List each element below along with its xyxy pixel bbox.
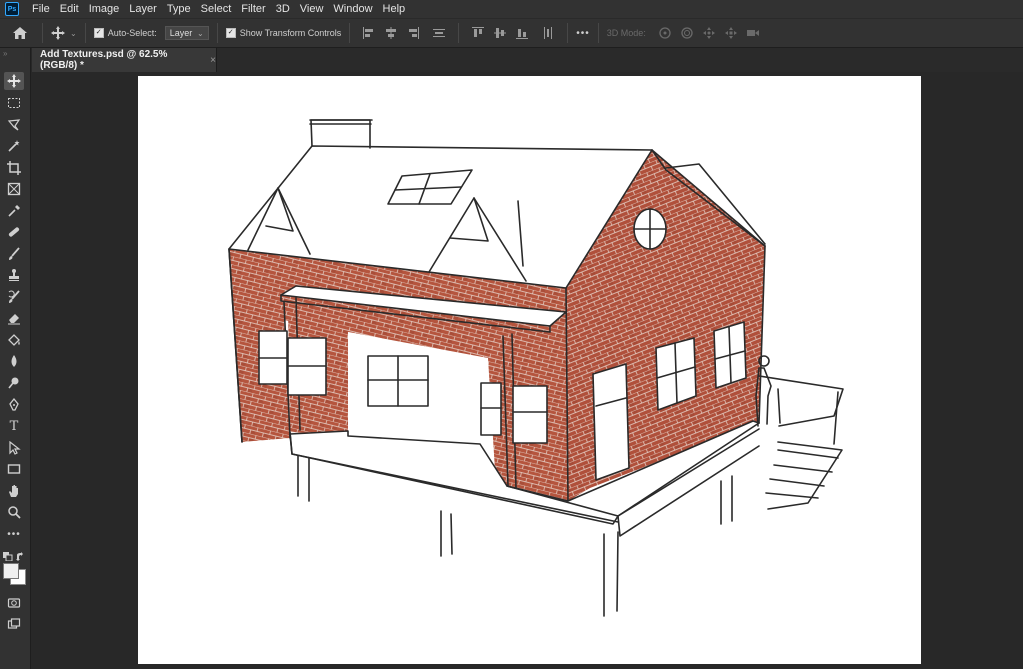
eyedropper-icon[interactable] [4, 202, 24, 220]
history-brush-icon[interactable] [4, 288, 24, 306]
canvas-area[interactable] [32, 72, 1023, 669]
crop-icon[interactable] [4, 159, 24, 177]
show-transform-controls-checkbox[interactable]: ✓ Show Transform Controls [225, 28, 342, 38]
menu-help[interactable]: Help [378, 3, 411, 15]
edit-toolbar-more-icon[interactable]: ••• [4, 525, 24, 543]
menu-layer[interactable]: Layer [124, 3, 162, 15]
default-colors-icon[interactable] [3, 548, 13, 562]
3d-camera-icon[interactable] [746, 26, 760, 40]
swap-colors-icon[interactable] [16, 548, 26, 561]
document-canvas[interactable] [138, 76, 921, 664]
rectangle-tool-icon[interactable] [4, 460, 24, 478]
brush-icon[interactable] [4, 245, 24, 263]
menu-3d[interactable]: 3D [271, 3, 295, 15]
move-tool-icon[interactable] [4, 72, 24, 90]
options-bar: ⌄ ✓ Auto-Select: Layer ⌄ ✓ Show Transfor… [0, 18, 1023, 48]
pen-icon[interactable] [4, 396, 24, 414]
quick-mask-icon[interactable] [4, 594, 24, 612]
foreground-color-swatch[interactable] [3, 563, 19, 579]
document-tab-title: Add Textures.psd @ 62.5% (RGB/8) * [40, 49, 168, 71]
3d-pan-icon[interactable] [702, 26, 716, 40]
document-tab[interactable]: Add Textures.psd @ 62.5% (RGB/8) * × [32, 48, 217, 72]
distribute-vertical-icon[interactable] [432, 26, 446, 40]
distribute-horizontal-icon[interactable] [541, 26, 555, 40]
menu-select[interactable]: Select [196, 3, 237, 15]
menu-filter[interactable]: Filter [236, 3, 270, 15]
align-left-icon[interactable] [362, 26, 376, 40]
screen-mode-icon[interactable] [4, 615, 24, 633]
3d-orbit-icon[interactable] [658, 26, 672, 40]
checkmark-icon: ✓ [93, 28, 104, 38]
clone-stamp-icon[interactable] [4, 266, 24, 284]
tools-panel: » T ••• [0, 48, 31, 669]
auto-select-checkbox[interactable]: ✓ Auto-Select: [93, 28, 157, 38]
close-icon[interactable]: × [210, 55, 216, 66]
magic-wand-icon[interactable] [4, 137, 24, 155]
eraser-icon[interactable] [4, 309, 24, 327]
align-vertical-center-icon[interactable] [493, 26, 507, 40]
layer-select-value: Layer [169, 28, 193, 38]
layer-select[interactable]: Layer ⌄ [164, 26, 209, 40]
align-horizontal-center-icon[interactable] [384, 26, 398, 40]
menu-view[interactable]: View [295, 3, 329, 15]
auto-select-label: Auto-Select: [107, 28, 157, 38]
checkmark-icon: ✓ [225, 28, 236, 38]
rectangular-marquee-icon[interactable] [4, 94, 24, 112]
chevron-down-icon[interactable]: ⌄ [70, 29, 77, 38]
home-icon[interactable] [12, 26, 28, 40]
menu-file[interactable]: File [27, 3, 55, 15]
menu-bar: Ps File Edit Image Layer Type Select Fil… [0, 0, 1023, 18]
house-sketch-image [228, 119, 844, 617]
3d-mode-label: 3D Mode: [606, 28, 646, 38]
menu-image[interactable]: Image [84, 3, 125, 15]
move-tool-preset-icon[interactable]: ⌄ [51, 26, 77, 40]
menu-window[interactable]: Window [328, 3, 377, 15]
healing-brush-icon[interactable] [4, 223, 24, 241]
path-selection-icon[interactable] [4, 439, 24, 457]
chevron-down-icon: ⌄ [197, 28, 204, 38]
3d-slide-icon[interactable] [724, 26, 738, 40]
panel-collapse-icon[interactable]: » [3, 50, 27, 58]
paint-bucket-icon[interactable] [4, 331, 24, 349]
menu-type[interactable]: Type [162, 3, 196, 15]
photoshop-logo-icon: Ps [5, 2, 19, 16]
dodge-icon[interactable] [4, 374, 24, 392]
lasso-icon[interactable] [4, 116, 24, 134]
show-transform-controls-label: Show Transform Controls [239, 28, 342, 38]
3d-roll-icon[interactable] [680, 26, 694, 40]
document-tab-bar: Add Textures.psd @ 62.5% (RGB/8) * × [32, 48, 1023, 72]
frame-tool-icon[interactable] [4, 180, 24, 198]
align-right-icon[interactable] [406, 26, 420, 40]
blur-drop-icon[interactable] [4, 352, 24, 370]
align-top-icon[interactable] [471, 26, 485, 40]
zoom-icon[interactable] [4, 503, 24, 521]
hand-tool-icon[interactable] [4, 482, 24, 500]
more-options-button[interactable]: ••• [576, 28, 590, 39]
align-bottom-icon[interactable] [515, 26, 529, 40]
type-tool-icon[interactable]: T [4, 417, 24, 435]
menu-edit[interactable]: Edit [55, 3, 84, 15]
